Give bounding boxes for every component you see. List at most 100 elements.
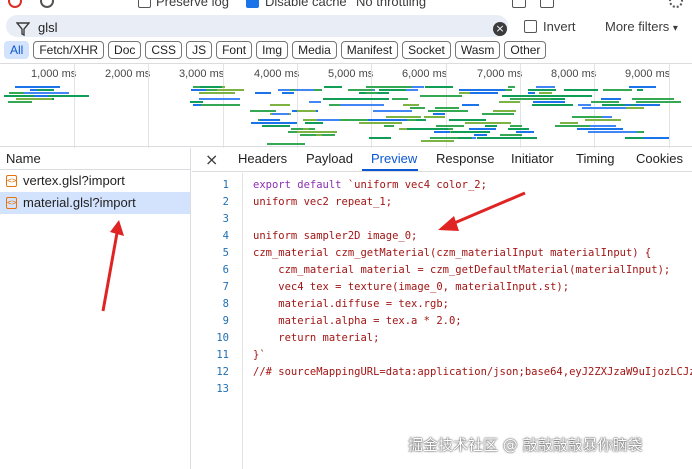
- preview-code-view[interactable]: 1 2 3 4 5 6 7 8 9 10 11 12 13 export def…: [192, 173, 692, 469]
- overview-request-bar: [415, 119, 427, 121]
- overview-request-bar: [15, 86, 60, 88]
- filter-icon: [16, 22, 30, 36]
- code-lines: export default `uniform vec4 color_2; un…: [253, 177, 692, 398]
- throttling-select[interactable]: No throttling: [356, 0, 426, 9]
- filter-box[interactable]: ×: [6, 15, 508, 37]
- clear-log-icon[interactable]: [40, 0, 54, 8]
- overview-request-bar: [449, 119, 486, 121]
- overview-request-bar: [600, 98, 621, 100]
- code-line: uniform vec2 repeat_1;: [253, 196, 393, 208]
- tab-cookies[interactable]: Cookies: [636, 151, 683, 166]
- code-line: //# sourceMappingURL=data:application/js…: [253, 366, 692, 378]
- overview-request-bar: [23, 92, 64, 94]
- overview-request-bar: [250, 110, 276, 112]
- overview-request-bar: [199, 86, 223, 88]
- overview-request-bar: [294, 89, 314, 91]
- overview-request-bar: [419, 95, 463, 97]
- request-row-vertex[interactable]: <> vertex.glsl?import: [0, 170, 190, 192]
- overview-request-bar: [508, 86, 515, 88]
- clear-filter-icon[interactable]: ×: [493, 22, 507, 36]
- overview-request-bar: [554, 125, 591, 127]
- request-name: material.glsl?import: [23, 195, 136, 210]
- chip-fetch-xhr[interactable]: Fetch/XHR: [33, 41, 105, 59]
- network-settings-icon[interactable]: [669, 0, 683, 8]
- chip-other[interactable]: Other: [504, 41, 547, 59]
- overview-request-bar: [432, 113, 446, 115]
- line-number: 7: [222, 281, 229, 293]
- overview-request-bar: [499, 101, 520, 103]
- chip-wasm[interactable]: Wasm: [454, 41, 501, 59]
- line-number: 3: [222, 213, 229, 225]
- overview-gridline: [669, 64, 670, 148]
- name-column-header[interactable]: Name: [0, 148, 190, 170]
- overview-request-bar: [564, 89, 599, 91]
- line-number: 5: [222, 247, 229, 259]
- filter-input[interactable]: [38, 18, 478, 36]
- overview-request-bar: [624, 137, 644, 139]
- overview-request-bar: [585, 119, 622, 121]
- overview-request-bar: [423, 116, 445, 118]
- tab-headers[interactable]: Headers: [238, 151, 287, 166]
- code-keyword: export default: [253, 179, 342, 191]
- overview-request-bar: [29, 89, 37, 91]
- detail-tabs: × Headers Payload Preview Response Initi…: [192, 148, 692, 172]
- request-row-material[interactable]: <> material.glsl?import: [0, 192, 190, 214]
- overview-gridline: [74, 64, 75, 148]
- more-filters-label: More filters: [605, 19, 670, 34]
- chip-manifest[interactable]: Manifest: [340, 41, 399, 59]
- overview-request-bar: [539, 92, 552, 94]
- tab-payload[interactable]: Payload: [306, 151, 353, 166]
- overview-request-bar: [199, 92, 235, 94]
- overview-request-bar: [517, 95, 561, 97]
- overview-gridline: [223, 64, 224, 148]
- chip-css[interactable]: CSS: [145, 41, 183, 59]
- line-number: 9: [222, 315, 229, 327]
- chip-media[interactable]: Media: [292, 41, 337, 59]
- overview-request-bar: [366, 86, 413, 88]
- chip-doc[interactable]: Doc: [108, 41, 142, 59]
- code-line: }`: [253, 349, 266, 361]
- disable-cache-checkbox[interactable]: [246, 0, 259, 8]
- tab-timing[interactable]: Timing: [576, 151, 615, 166]
- chip-all[interactable]: All: [4, 41, 30, 59]
- overview-request-bar: [507, 128, 530, 130]
- network-overview[interactable]: 1,000 ms 2,000 ms 3,000 ms 4,000 ms 5,00…: [0, 63, 692, 148]
- code-line: czm_material material = czm_getDefaultMa…: [253, 264, 671, 276]
- export-har-icon[interactable]: [540, 0, 554, 8]
- import-har-icon[interactable]: [512, 0, 526, 8]
- overview-request-bar: [339, 119, 369, 121]
- disable-cache-label: Disable cache: [265, 0, 347, 9]
- overview-request-bar: [339, 104, 384, 106]
- overview-request-bar: [316, 134, 323, 136]
- overview-tick-label: 2,000 ms: [105, 68, 151, 80]
- tab-preview[interactable]: Preview: [371, 151, 417, 166]
- code-line: return material;: [253, 332, 380, 344]
- code-line: vec4 tex = texture(image_0, materialInpu…: [253, 281, 570, 293]
- invert-checkbox[interactable]: [524, 20, 537, 33]
- overview-request-bar: [436, 125, 464, 127]
- tab-response[interactable]: Response: [436, 151, 495, 166]
- chip-font[interactable]: Font: [216, 41, 253, 59]
- overview-request-bar: [533, 101, 565, 103]
- more-filters-dropdown[interactable]: More filters ▾: [605, 19, 678, 34]
- overview-request-bar: [632, 98, 675, 100]
- active-tab-indicator: [362, 169, 418, 171]
- overview-request-bar: [471, 131, 490, 133]
- close-icon[interactable]: ×: [205, 150, 218, 169]
- overview-request-bar: [297, 131, 337, 133]
- overview-request-bar: [267, 143, 305, 145]
- preserve-log-checkbox[interactable]: [138, 0, 151, 8]
- record-icon[interactable]: [8, 0, 22, 8]
- chip-socket[interactable]: Socket: [402, 41, 451, 59]
- overview-request-bar: [510, 125, 523, 127]
- tab-initiator[interactable]: Initiator: [511, 151, 554, 166]
- overview-request-bar: [590, 101, 620, 103]
- overview-request-bar: [635, 101, 682, 103]
- overview-request-bar: [386, 116, 421, 118]
- chip-js[interactable]: JS: [186, 41, 213, 59]
- overview-request-bar: [259, 119, 280, 121]
- chip-img[interactable]: Img: [256, 41, 289, 59]
- overview-gridline: [148, 64, 149, 148]
- overview-request-bar: [8, 101, 32, 103]
- overview-request-bar: [305, 122, 324, 124]
